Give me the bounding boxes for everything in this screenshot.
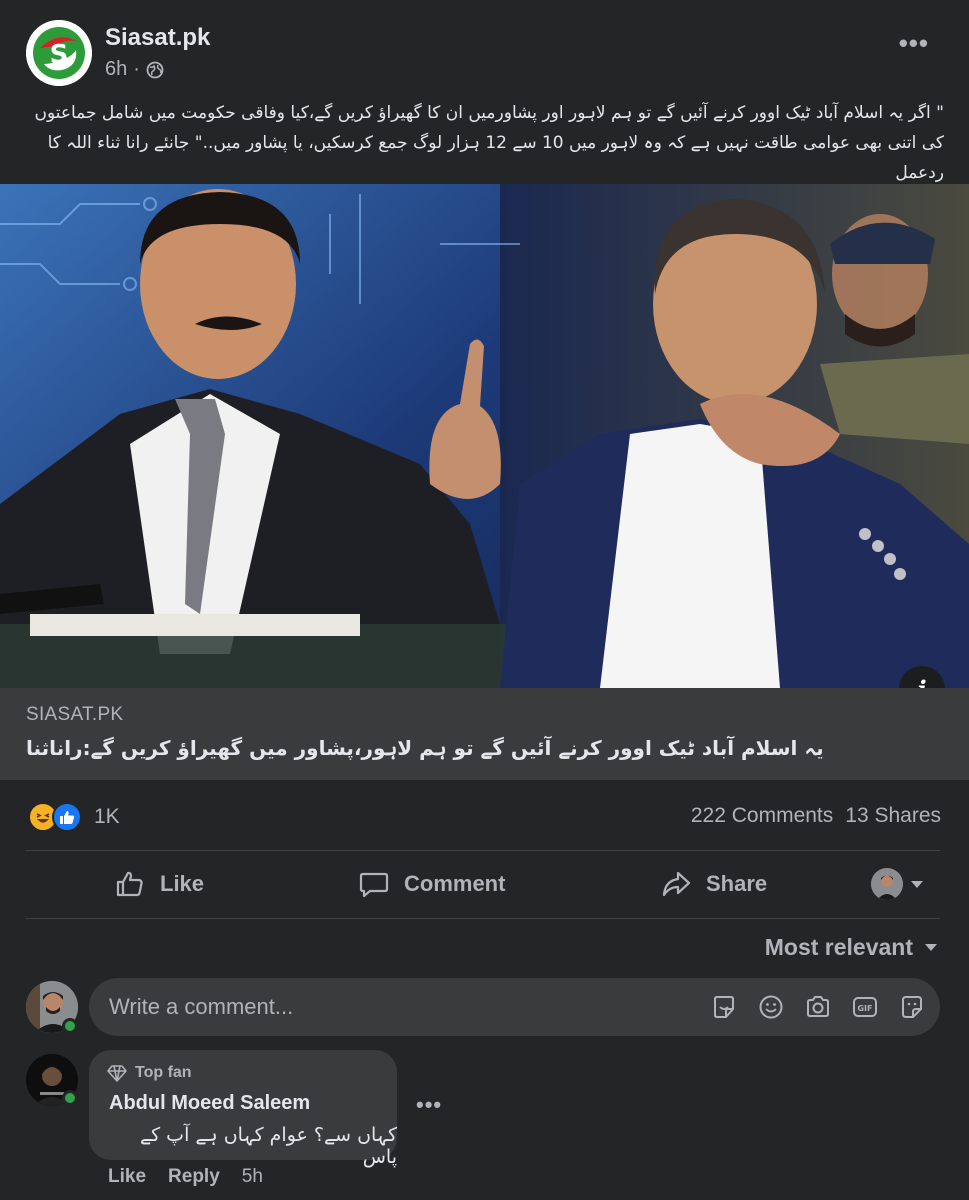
comments-count[interactable]: 222 Comments [691, 804, 833, 828]
link-title: یہ اسلام آباد ٹیک اوور کرنے آئیں گے تو ہ… [26, 736, 824, 760]
commenter-name[interactable]: Abdul Moeed Saleem [109, 1092, 310, 1115]
comment-item: Top fan Abdul Moeed Saleem کہاں سے؟ عوام… [0, 1048, 969, 1200]
link-preview[interactable]: SIASAT.PK یہ اسلام آباد ٹیک اوور کرنے آئ… [0, 688, 969, 780]
comment-bubble: Top fan Abdul Moeed Saleem کہاں سے؟ عوام… [89, 1050, 397, 1168]
post-image[interactable]: i [0, 184, 969, 688]
chevron-down-icon [911, 880, 923, 888]
diamond-icon [107, 1065, 127, 1082]
shares-count[interactable]: 13 Shares [845, 804, 941, 828]
share-button[interactable]: Share [660, 868, 767, 900]
page-avatar[interactable]: S [26, 20, 92, 86]
svg-text:S: S [50, 40, 69, 70]
comment-actions: Like Reply 5h [108, 1166, 263, 1188]
thumbs-up-icon [116, 871, 143, 897]
page-name[interactable]: Siasat.pk [105, 24, 210, 52]
comment-reply-button[interactable]: Reply [168, 1166, 220, 1188]
gif-icon[interactable]: GIF [851, 993, 878, 1020]
comment-time[interactable]: 5h [242, 1166, 263, 1188]
comment-label: Comment [404, 871, 506, 896]
reactions-count: 1K [94, 805, 120, 828]
comment-text: کہاں سے؟ عوام کہاں ہے آپ کے پاس [139, 1124, 397, 1168]
siasat-logo-icon: S [26, 20, 92, 86]
emoji-icon[interactable] [757, 993, 784, 1020]
engagement-counts: 222 Comments 13 Shares [691, 804, 941, 828]
comment-bubble-icon [359, 872, 389, 898]
comment-like-button[interactable]: Like [108, 1166, 146, 1188]
post-header: S Siasat.pk 6h · ••• [0, 0, 969, 95]
comment-sort-dropdown[interactable]: Most relevant [765, 934, 937, 961]
top-fan-badge: Top fan [107, 1064, 192, 1082]
share-arrow-icon [662, 871, 691, 897]
like-label: Like [160, 871, 205, 896]
composer-tools: GIF [710, 993, 925, 1020]
like-reaction-icon [52, 802, 82, 832]
sort-label: Most relevant [764, 934, 913, 960]
more-options-icon[interactable]: ••• [899, 30, 929, 56]
camera-icon[interactable] [804, 993, 831, 1020]
globe-icon [146, 61, 164, 78]
post-time[interactable]: 6h [105, 58, 127, 81]
share-label: Share [706, 871, 768, 896]
reactions-summary[interactable]: 1K [28, 802, 120, 832]
action-bar: Like Comment Share [0, 852, 969, 918]
chevron-down-icon [925, 944, 937, 951]
divider-top [26, 850, 940, 851]
post-meta: 6h · [105, 58, 164, 81]
comment-button[interactable]: Comment [358, 868, 505, 900]
post-stats: 1K 222 Comments 13 Shares [0, 790, 969, 842]
comment-composer: GIF [0, 978, 969, 1040]
link-domain: SIASAT.PK [26, 704, 124, 725]
post-caption: " اگر یہ اسلام آباد ٹیک اوور کرنے آئیں گ… [34, 103, 944, 183]
comment-more-icon[interactable]: ••• [416, 1092, 442, 1118]
share-as-selector[interactable] [871, 868, 923, 900]
online-status-indicator [62, 1090, 78, 1106]
post-photo [0, 184, 969, 688]
sticker-icon[interactable] [710, 993, 737, 1020]
online-status-indicator [62, 1018, 78, 1034]
like-button[interactable]: Like [114, 868, 204, 900]
avatar [871, 868, 903, 900]
meta-separator: · [133, 58, 140, 80]
divider-bottom [26, 918, 940, 919]
svg-text:GIF: GIF [857, 1004, 872, 1013]
badge-label: Top fan [135, 1064, 192, 1081]
avatar-sticker-icon[interactable] [898, 993, 925, 1020]
